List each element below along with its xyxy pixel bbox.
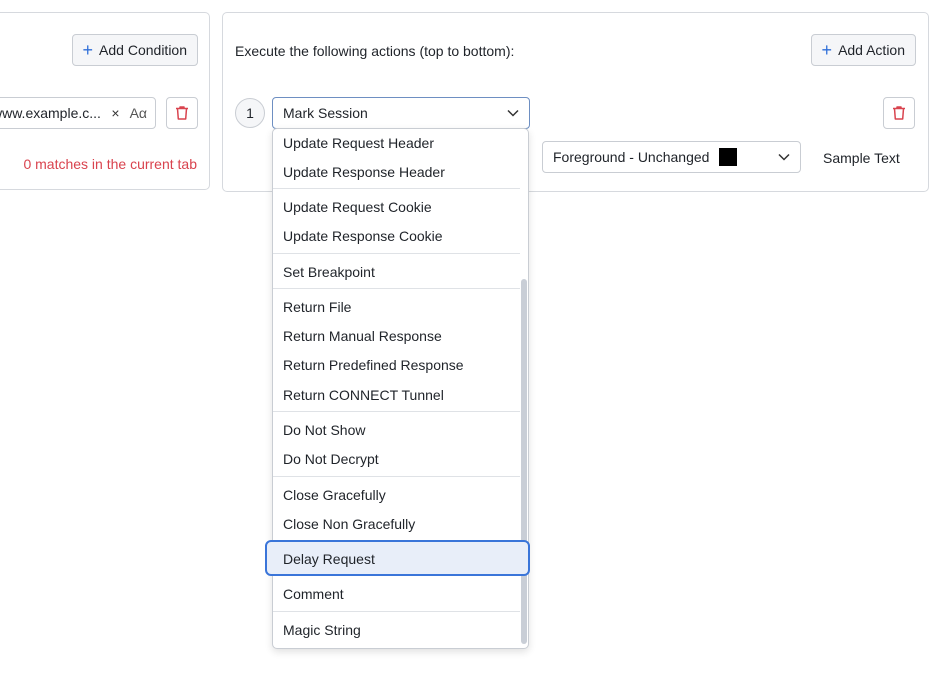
dropdown-separator [273, 411, 520, 412]
clear-icon[interactable]: × [111, 105, 119, 121]
dropdown-separator [273, 476, 520, 477]
dropdown-option-close-non-gracefully[interactable]: Close Non Gracefully [273, 510, 520, 538]
dropdown-option-update-response-header[interactable]: Update Response Header [273, 158, 520, 186]
actions-title: Execute the following actions (top to bo… [235, 43, 515, 59]
condition-value-text: www.example.c... [0, 105, 101, 121]
dropdown-separator [273, 611, 520, 612]
dropdown-scrollbar[interactable] [521, 279, 527, 644]
dropdown-option-comment[interactable]: Comment [273, 580, 520, 608]
add-condition-label: Add Condition [99, 42, 187, 58]
plus-icon: + [82, 40, 94, 60]
trash-icon [176, 106, 188, 120]
action-type-value: Mark Session [283, 105, 368, 121]
match-case-icon[interactable]: Aα [130, 105, 147, 121]
delete-action-button[interactable] [883, 97, 915, 129]
condition-value-input[interactable]: www.example.c... × Aα [0, 97, 156, 129]
conditions-panel: + Add Condition www.example.c... × Aα 0 … [0, 12, 210, 190]
matches-status: 0 matches in the current tab [23, 156, 197, 172]
sample-text-preview: Sample Text [823, 150, 900, 166]
delete-condition-button[interactable] [166, 97, 198, 129]
dropdown-option-close-gracefully[interactable]: Close Gracefully [273, 481, 520, 509]
trash-icon [893, 106, 905, 120]
plus-icon: + [821, 40, 833, 60]
dropdown-option-update-response-cookie[interactable]: Update Response Cookie [273, 222, 520, 250]
dropdown-separator [273, 253, 520, 254]
dropdown-option-return-manual-response[interactable]: Return Manual Response [273, 322, 520, 350]
dropdown-option-update-request-header[interactable]: Update Request Header [273, 129, 520, 157]
action-type-select[interactable]: Mark Session [272, 97, 530, 129]
add-condition-button[interactable]: + Add Condition [71, 34, 198, 66]
dropdown-option-do-not-show[interactable]: Do Not Show [273, 416, 520, 444]
chevron-down-icon [507, 109, 519, 117]
dropdown-option-return-connect-tunnel[interactable]: Return CONNECT Tunnel [273, 381, 520, 409]
dropdown-separator [273, 188, 520, 189]
add-action-button[interactable]: + Add Action [810, 34, 916, 66]
foreground-color-label: Foreground - Unchanged [553, 149, 710, 165]
dropdown-option-update-request-cookie[interactable]: Update Request Cookie [273, 193, 520, 221]
chevron-down-icon [778, 153, 790, 161]
foreground-color-select[interactable]: Foreground - Unchanged [542, 141, 801, 173]
dropdown-separator [273, 288, 520, 289]
step-number-badge: 1 [235, 98, 265, 128]
color-swatch [719, 148, 738, 166]
dropdown-option-delay-request[interactable]: Delay Request [265, 540, 530, 576]
add-action-label: Add Action [838, 42, 905, 58]
dropdown-option-set-breakpoint[interactable]: Set Breakpoint [273, 258, 520, 286]
dropdown-option-delay-request-label: Delay Request [283, 551, 375, 567]
dropdown-option-do-not-decrypt[interactable]: Do Not Decrypt [273, 445, 520, 473]
dropdown-option-return-file[interactable]: Return File [273, 293, 520, 321]
dropdown-option-return-predefined-response[interactable]: Return Predefined Response [273, 351, 520, 379]
dropdown-option-magic-string[interactable]: Magic String [273, 616, 520, 644]
